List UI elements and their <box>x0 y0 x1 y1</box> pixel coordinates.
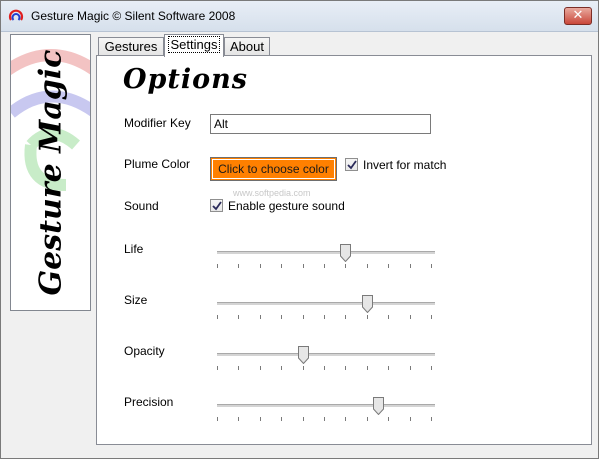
slider-tick <box>345 315 347 319</box>
app-window: Gesture Magic © Silent Software 2008 ✕ G… <box>0 0 599 459</box>
slider-tick <box>324 264 325 268</box>
window-title: Gesture Magic © Silent Software 2008 <box>31 9 236 23</box>
slider-tick <box>302 366 304 370</box>
logo-banner: Gesture Magic <box>10 34 91 311</box>
close-button[interactable]: ✕ <box>564 7 592 25</box>
slider-tick <box>324 417 325 421</box>
modifier-key-label: Modifier Key <box>124 116 191 130</box>
checkmark-icon <box>347 160 357 170</box>
title-bar[interactable]: Gesture Magic © Silent Software 2008 ✕ <box>1 1 598 32</box>
invert-for-match-label: Invert for match <box>363 158 447 172</box>
slider-tick <box>345 366 347 370</box>
slider-ticks <box>217 417 437 422</box>
logo-text: Gesture Magic <box>33 49 69 296</box>
size-label: Size <box>124 293 148 307</box>
slider-tick <box>366 315 368 319</box>
slider-thumb[interactable] <box>372 397 384 415</box>
slider-tick <box>302 264 304 268</box>
choose-color-button[interactable]: Click to choose color <box>210 157 337 181</box>
slider-ticks <box>217 264 437 269</box>
slider-tick <box>409 417 411 421</box>
enable-gesture-sound-checkbox[interactable] <box>210 199 223 212</box>
slider-thumb[interactable] <box>340 244 352 262</box>
slider-thumb[interactable] <box>297 346 309 364</box>
slider-ticks <box>217 366 437 371</box>
slider-track[interactable] <box>217 302 435 306</box>
slider-tick <box>217 366 218 370</box>
watermark-text: www.softpedia.com <box>233 188 311 198</box>
slider-tick <box>366 417 368 421</box>
tab-about-label: About <box>230 39 264 54</box>
checkmark-icon <box>212 201 222 211</box>
slider-track[interactable] <box>217 404 435 408</box>
slider-tick <box>431 315 432 319</box>
slider-tick <box>366 264 368 268</box>
tab-gestures[interactable]: Gestures <box>98 37 164 56</box>
slider-tick <box>324 366 325 370</box>
slider-tick <box>238 417 240 421</box>
slider-tick <box>281 264 283 268</box>
slider-tick <box>217 417 218 421</box>
life-slider[interactable] <box>217 244 437 274</box>
slider-tick <box>324 315 325 319</box>
sound-label: Sound <box>124 199 159 213</box>
options-heading: Options <box>123 64 248 95</box>
slider-tick <box>345 264 347 268</box>
close-icon: ✕ <box>572 8 584 23</box>
tab-settings-label: Settings <box>167 36 221 53</box>
slider-tick <box>302 417 304 421</box>
slider-tick <box>238 264 240 268</box>
modifier-key-input[interactable]: Alt <box>210 114 431 134</box>
app-icon <box>8 9 24 21</box>
slider-tick <box>409 264 411 268</box>
slider-tick <box>238 366 240 370</box>
slider-tick <box>388 315 390 319</box>
slider-tick <box>281 417 283 421</box>
slider-ticks <box>217 315 437 320</box>
slider-tick <box>431 366 432 370</box>
tab-gestures-label: Gestures <box>104 39 158 54</box>
slider-thumb[interactable] <box>361 295 373 313</box>
size-slider[interactable] <box>217 295 437 325</box>
slider-tick <box>238 315 240 319</box>
tab-settings[interactable]: Settings <box>164 34 224 57</box>
slider-tick <box>302 315 304 319</box>
precision-label: Precision <box>124 395 174 409</box>
slider-tick <box>388 264 390 268</box>
slider-track[interactable] <box>217 251 435 255</box>
slider-tick <box>217 315 218 319</box>
slider-tick <box>259 417 261 421</box>
slider-tick <box>366 366 368 370</box>
opacity-slider[interactable] <box>217 346 437 376</box>
slider-tick <box>281 366 283 370</box>
slider-tick <box>259 315 261 319</box>
slider-tick <box>345 417 347 421</box>
invert-for-match-checkbox[interactable] <box>345 158 358 171</box>
slider-tick <box>259 264 261 268</box>
settings-panel: Options Modifier Key Alt Plume Color Cli… <box>96 55 592 445</box>
slider-tick <box>409 366 411 370</box>
slider-track[interactable] <box>217 353 435 357</box>
slider-tick <box>431 417 432 421</box>
plume-color-label: Plume Color <box>124 157 191 171</box>
slider-tick <box>388 366 390 370</box>
precision-slider[interactable] <box>217 397 437 427</box>
slider-tick <box>431 264 432 268</box>
slider-tick <box>259 366 261 370</box>
slider-tick <box>409 315 411 319</box>
slider-tick <box>281 315 283 319</box>
opacity-label: Opacity <box>124 344 165 358</box>
slider-tick <box>388 417 390 421</box>
life-label: Life <box>124 242 144 256</box>
enable-gesture-sound-label: Enable gesture sound <box>228 199 345 213</box>
tab-about[interactable]: About <box>224 37 270 56</box>
slider-tick <box>217 264 218 268</box>
